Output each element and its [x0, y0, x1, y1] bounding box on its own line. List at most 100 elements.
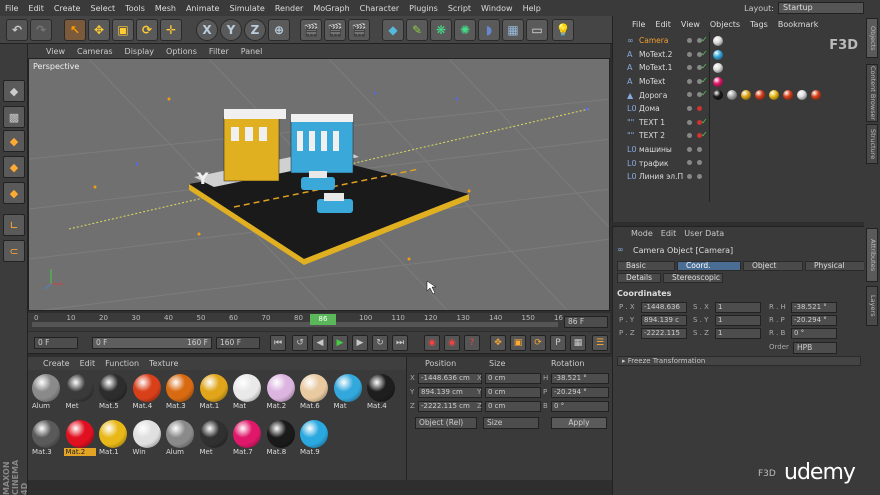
range-slider[interactable]: 0 F 160 F [92, 337, 212, 349]
next-key-icon[interactable]: ↻ [372, 335, 388, 351]
object-menu-view[interactable]: View [676, 20, 705, 29]
material-tag-icon[interactable] [713, 90, 723, 101]
material-swatch[interactable]: Mat.8 [265, 418, 297, 460]
object-row[interactable]: "" TEXT 1 ✓ [613, 116, 865, 130]
recent-tool-icon[interactable]: ✛ [160, 19, 182, 41]
material-tag-icon[interactable] [811, 90, 821, 101]
material-swatch[interactable]: Mat.9 [298, 418, 330, 460]
enabled-check-icon[interactable]: ✓ [701, 117, 708, 126]
model-mode-icon[interactable]: ◆ [3, 80, 25, 102]
material-tag-icon[interactable] [713, 36, 723, 46]
menu-window[interactable]: Window [476, 4, 518, 13]
key-parameter-icon[interactable]: P [550, 335, 566, 351]
render-dot[interactable] [697, 146, 702, 152]
object-row[interactable]: ∞ Camera ✓ [613, 34, 865, 48]
pen-icon[interactable]: ✎ [406, 19, 428, 41]
attribute-tab-details[interactable]: Details [617, 273, 661, 283]
viewport-menu-panel[interactable]: Panel [235, 47, 269, 56]
coord-size-select[interactable]: Size [483, 417, 539, 429]
coord-size-field[interactable]: 0 cm [485, 401, 541, 412]
points-mode-icon[interactable]: ◆ [3, 130, 25, 152]
undo-icon[interactable]: ↶ [6, 19, 28, 41]
go-to-end-icon[interactable]: ⏭ [392, 335, 408, 351]
edges-mode-icon[interactable]: ◆ [3, 156, 25, 178]
attribute-menu-user-data[interactable]: User Data [684, 229, 724, 238]
object-row[interactable]: A MoText.1 ✓ [613, 61, 865, 75]
material-swatch[interactable]: Mat.7 [231, 418, 263, 460]
viewport-menu-display[interactable]: Display [119, 47, 161, 56]
menu-tools[interactable]: Tools [120, 4, 150, 13]
play-icon[interactable]: ▶ [332, 335, 348, 351]
previous-frame-icon[interactable]: ◀ [312, 335, 328, 351]
material-swatch[interactable]: Mat [332, 372, 364, 414]
visibility-dot[interactable] [687, 38, 692, 43]
object-row[interactable]: L0 Дома [613, 102, 865, 116]
object-menu-tags[interactable]: Tags [745, 20, 773, 29]
coord-position-field[interactable]: 894.139 cm [418, 387, 482, 398]
material-menu-texture[interactable]: Texture [144, 359, 183, 368]
render-dot[interactable] [697, 174, 702, 179]
cube-icon[interactable]: ◆ [382, 19, 404, 41]
visibility-dot[interactable] [687, 106, 692, 111]
render-dot[interactable] [697, 160, 702, 166]
enabled-check-icon[interactable]: ✓ [701, 62, 708, 71]
order-dropdown[interactable]: HPB [793, 342, 837, 354]
attribute-tab-basic[interactable]: Basic [617, 261, 675, 271]
attribute-tab-object[interactable]: Object [743, 261, 803, 271]
object-menu-edit[interactable]: Edit [650, 20, 676, 29]
side-tab-content-browser[interactable]: Content Browser [866, 64, 878, 122]
viewport-menu-filter[interactable]: Filter [203, 47, 235, 56]
attr-position-field[interactable]: -1448.636 [641, 302, 687, 313]
menu-mesh[interactable]: Mesh [150, 4, 181, 13]
end-frame-field[interactable]: 160 F [216, 337, 260, 349]
apply-button[interactable]: Apply [551, 417, 607, 429]
timeline[interactable]: 010203040506070809010011012013014015016 … [28, 313, 610, 331]
material-swatch[interactable]: Mat.1 [198, 372, 230, 414]
material-swatch[interactable]: Mat.3 [30, 418, 62, 460]
material-tag-icon[interactable] [727, 90, 737, 101]
enabled-check-icon[interactable]: ✓ [701, 89, 708, 98]
coord-size-field[interactable]: 0 cm [485, 387, 541, 398]
enabled-check-icon[interactable]: ✓ [701, 76, 708, 85]
visibility-dot[interactable] [687, 119, 692, 125]
object-row[interactable]: A MoText ✓ [613, 75, 865, 89]
light-icon[interactable]: 💡 [552, 19, 574, 41]
viewport-menu-cameras[interactable]: Cameras [71, 47, 119, 56]
timeline-menu-icon[interactable]: ☰ [592, 335, 608, 351]
menu-select[interactable]: Select [85, 4, 120, 13]
menu-edit[interactable]: Edit [23, 4, 49, 13]
key-scale-icon[interactable]: ▣ [510, 335, 526, 351]
snap-icon[interactable]: ⊂ [3, 240, 25, 262]
move-icon[interactable]: ✥ [88, 19, 110, 41]
rotate-icon[interactable]: ⟳ [136, 19, 158, 41]
texture-mode-icon[interactable]: ▩ [3, 106, 25, 128]
freeze-transformation-section[interactable]: ▸ Freeze Transformation [617, 356, 861, 366]
material-swatch[interactable]: Mat.1 [97, 418, 129, 460]
floor-icon[interactable]: ▦ [502, 19, 524, 41]
material-tag-icon[interactable] [797, 90, 807, 101]
key-position-icon[interactable]: ✥ [490, 335, 506, 351]
visibility-dot[interactable] [687, 174, 692, 179]
menu-script[interactable]: Script [443, 4, 476, 13]
scale-icon[interactable]: ▣ [112, 19, 134, 41]
material-tag-icon[interactable] [783, 90, 793, 101]
coordinate-system-icon[interactable]: ⊕ [268, 19, 290, 41]
menu-render[interactable]: Render [270, 4, 308, 13]
render-dot[interactable] [697, 106, 702, 111]
live-selection-icon[interactable]: ↖ [64, 19, 86, 41]
previous-key-icon[interactable]: ↺ [292, 335, 308, 351]
menu-help[interactable]: Help [518, 4, 546, 13]
attr-position-field[interactable]: -2222.115 [641, 328, 687, 339]
material-menu-edit[interactable]: Edit [75, 359, 101, 368]
attribute-menu-mode[interactable]: Mode [631, 229, 653, 238]
material-swatch[interactable]: Alum [164, 418, 196, 460]
layout-dropdown[interactable]: Startup [778, 2, 864, 14]
menu-create[interactable]: Create [49, 4, 86, 13]
object-row[interactable]: L0 машины [613, 143, 865, 157]
menu-plugins[interactable]: Plugins [404, 4, 443, 13]
camera-icon[interactable]: ▭ [526, 19, 548, 41]
attribute-tab-coord[interactable]: Coord. [677, 261, 741, 271]
object-menu-file[interactable]: File [627, 20, 650, 29]
visibility-dot[interactable] [687, 146, 692, 152]
material-tag-icon[interactable] [755, 90, 765, 101]
